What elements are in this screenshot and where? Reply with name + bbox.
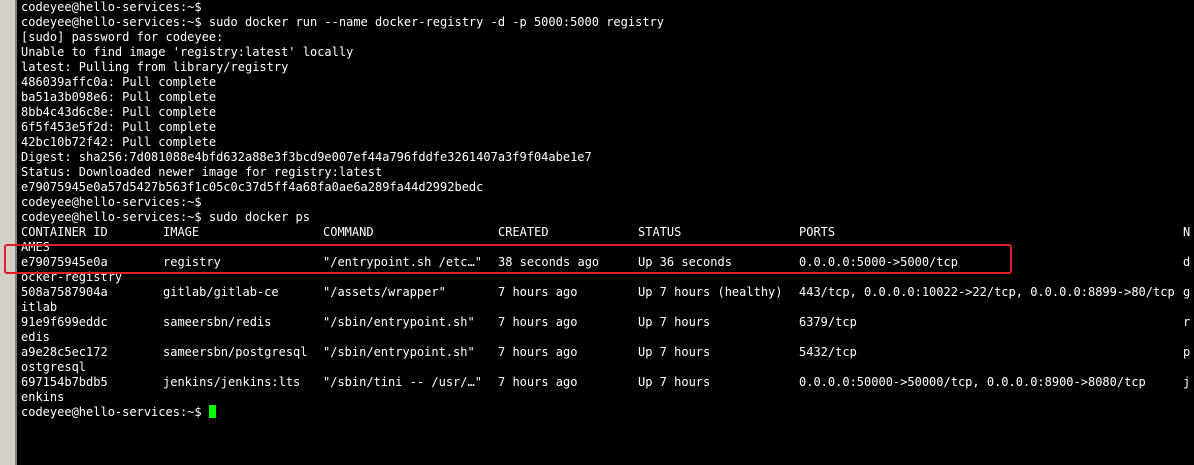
output-line: codeyee@hello-services:~$ (21, 195, 202, 209)
table-row: 91e9f699eddc sameersbn/redis "/sbin/entr… (21, 315, 1191, 330)
table-row: 697154b7bdb5 jenkins/jenkins:lts "/sbin/… (21, 375, 1191, 390)
output-line: codeyee@hello-services:~$ (21, 0, 202, 14)
cell-container-id: a9e28c5ec172 (21, 345, 108, 359)
cell-names: d (1183, 255, 1191, 269)
cell-ports: 0.0.0.0:50000->50000/tcp, 0.0.0.0:8900->… (799, 375, 1146, 389)
cell-command: "/entrypoint.sh /etc…" (323, 255, 482, 269)
output-line: codeyee@hello-services:~$ sudo docker ru… (21, 15, 664, 29)
cell-created: 7 hours ago (498, 315, 578, 329)
cell-image: jenkins/jenkins:lts (163, 375, 301, 389)
table-header: CONTAINER ID IMAGE COMMAND CREATED STATU… (21, 225, 1191, 240)
cell-image: sameersbn/redis (163, 315, 272, 329)
output-line: 42bc10b72f42: Pull complete (21, 135, 217, 149)
cell-image: gitlab/gitlab-ce (163, 285, 279, 299)
terminal-window[interactable]: codeyee@hello-services:~$ codeyee@hello-… (0, 0, 1194, 465)
cell-status: Up 7 hours (638, 375, 711, 389)
header-container-id: CONTAINER ID (21, 225, 108, 239)
header-names: N (1183, 225, 1191, 239)
table-header-wrap: AMES (21, 240, 50, 254)
output-line: 6f5f453e5f2d: Pull complete (21, 120, 217, 134)
cell-command: "/sbin/entrypoint.sh" (323, 345, 475, 359)
cell-ports: 5432/tcp (799, 345, 857, 359)
cell-created: 7 hours ago (498, 285, 578, 299)
cell-container-id: 91e9f699eddc (21, 315, 108, 329)
output-line: 8bb4c43d6c8e: Pull complete (21, 105, 217, 119)
table-row: e79075945e0a registry "/entrypoint.sh /e… (21, 255, 1191, 270)
table-row-wrap: edis (21, 330, 50, 344)
cursor-block (208, 405, 216, 418)
cell-names: p (1183, 345, 1191, 359)
output-line: Digest: sha256:7d081088e4bfd632a88e3f3bc… (21, 150, 592, 164)
header-command: COMMAND (323, 225, 374, 239)
cell-command: "/assets/wrapper" (323, 285, 446, 299)
shell-prompt-line[interactable]: codeyee@hello-services:~$ (21, 405, 1191, 420)
terminal-output: codeyee@hello-services:~$ codeyee@hello-… (21, 0, 1191, 465)
table-row-wrap: ostgresql (21, 360, 87, 374)
cell-created: 38 seconds ago (498, 255, 600, 269)
cell-created: 7 hours ago (498, 345, 578, 359)
table-row-wrap: ocker-registry (21, 270, 123, 284)
output-line: codeyee@hello-services:~$ sudo docker ps (21, 210, 310, 224)
table-row-wrap: itlab (21, 300, 58, 314)
cell-container-id: e79075945e0a (21, 255, 108, 269)
cell-names: r (1183, 315, 1191, 329)
output-line: Unable to find image 'registry:latest' l… (21, 45, 354, 59)
header-image: IMAGE (163, 225, 200, 239)
output-line: 486039affc0a: Pull complete (21, 75, 217, 89)
cell-image: sameersbn/postgresql (163, 345, 308, 359)
header-status: STATUS (638, 225, 682, 239)
output-line: e79075945e0a57d5427b563f1c05c0c37d5ff4a6… (21, 180, 484, 194)
cell-image: registry (163, 255, 221, 269)
cell-status: Up 7 hours (638, 345, 711, 359)
left-gutter (0, 0, 16, 465)
cell-status: Up 36 seconds (638, 255, 732, 269)
output-line: latest: Pulling from library/registry (21, 60, 289, 74)
output-line: [sudo] password for codeyee: (21, 30, 224, 44)
cell-created: 7 hours ago (498, 375, 578, 389)
cell-status: Up 7 hours (638, 315, 711, 329)
cell-status: Up 7 hours (healthy) (638, 285, 783, 299)
shell-prompt: codeyee@hello-services:~$ (21, 405, 209, 419)
cell-names: g (1183, 285, 1191, 299)
output-line: ba51a3b098e6: Pull complete (21, 90, 217, 104)
cell-names: j (1183, 375, 1191, 389)
cell-ports: 0.0.0.0:5000->5000/tcp (799, 255, 958, 269)
gutter-divider (15, 0, 17, 465)
cell-container-id: 508a7587904a (21, 285, 108, 299)
table-row: 508a7587904a gitlab/gitlab-ce "/assets/w… (21, 285, 1191, 300)
cell-command: "/sbin/tini -- /usr/…" (323, 375, 482, 389)
table-row-wrap: enkins (21, 390, 65, 404)
cell-ports: 6379/tcp (799, 315, 857, 329)
table-row: a9e28c5ec172 sameersbn/postgresql "/sbin… (21, 345, 1191, 360)
cell-command: "/sbin/entrypoint.sh" (323, 315, 475, 329)
header-created: CREATED (498, 225, 549, 239)
cell-ports: 443/tcp, 0.0.0.0:10022->22/tcp, 0.0.0.0:… (799, 285, 1175, 299)
output-line: Status: Downloaded newer image for regis… (21, 165, 383, 179)
header-ports: PORTS (799, 225, 836, 239)
cell-container-id: 697154b7bdb5 (21, 375, 108, 389)
